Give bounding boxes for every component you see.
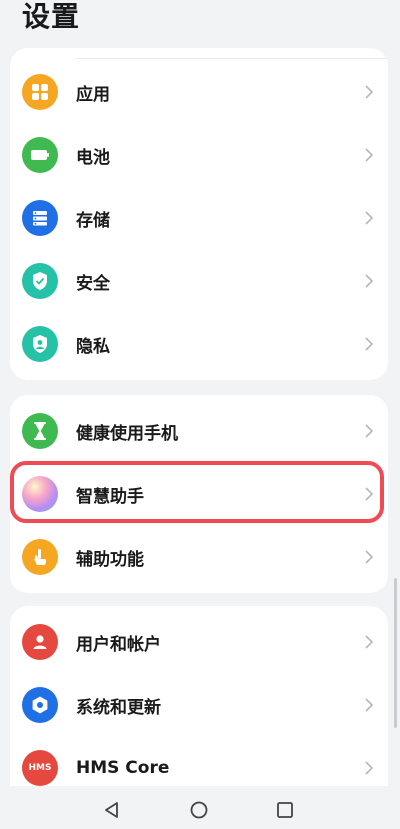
scrollbar[interactable] [394,578,397,728]
chevron-right-icon [365,487,374,501]
hms-icon: HMS [22,750,58,786]
divider [76,58,388,59]
chevron-right-icon [365,211,374,225]
settings-item-system-update[interactable]: 系统和更新 [10,674,388,736]
shield-icon [22,263,58,299]
settings-group-2: 健康使用手机 智慧助手 辅助功能 [10,395,388,593]
settings-item-digital-balance[interactable]: 健康使用手机 [10,400,388,462]
settings-item-label: 健康使用手机 [76,423,178,444]
settings-item-apps[interactable]: 应用 [10,61,388,123]
recent-square-icon[interactable] [275,800,295,820]
settings-item-label: 安全 [76,273,110,294]
page-title: 设置 [22,0,81,33]
settings-item-accessibility[interactable]: 辅助功能 [10,526,388,588]
settings-item-security[interactable]: 安全 [10,250,388,312]
settings-item-battery[interactable]: 电池 [10,124,388,186]
storage-icon [22,200,58,236]
settings-group-3: 用户和帐户 系统和更新 HMS HMS Core [10,606,388,806]
settings-group-1: 应用 电池 存储 安全 隐私 [10,48,388,380]
chevron-right-icon [365,337,374,351]
settings-item-privacy[interactable]: 隐私 [10,313,388,375]
settings-item-label: 存储 [76,210,110,231]
user-icon [22,624,58,660]
settings-item-smart-assistant[interactable]: 智慧助手 [10,463,388,525]
chevron-right-icon [365,698,374,712]
settings-item-label: 用户和帐户 [76,634,161,655]
settings-item-label: 智慧助手 [76,486,144,507]
chevron-right-icon [365,274,374,288]
battery-icon [22,137,58,173]
settings-icon [22,687,58,723]
privacy-icon [22,326,58,362]
settings-item-label: 辅助功能 [76,549,144,570]
assistant-icon [22,476,58,512]
hand-icon [22,539,58,575]
hourglass-icon [22,413,58,449]
settings-item-users-accounts[interactable]: 用户和帐户 [10,611,388,673]
settings-item-label: 系统和更新 [76,697,161,718]
apps-icon [22,74,58,110]
chevron-right-icon [365,761,374,775]
settings-item-storage[interactable]: 存储 [10,187,388,249]
chevron-right-icon [365,550,374,564]
hms-icon-text: HMS [28,763,52,773]
chevron-right-icon [365,148,374,162]
settings-item-label: HMS Core [76,758,170,778]
chevron-right-icon [365,424,374,438]
settings-item-label: 隐私 [76,336,110,357]
back-triangle-icon[interactable] [102,800,122,820]
settings-item-label: 电池 [76,147,110,168]
chevron-right-icon [365,85,374,99]
settings-item-label: 应用 [76,84,110,105]
home-circle-icon[interactable] [189,800,209,820]
chevron-right-icon [365,635,374,649]
navigation-bar [0,786,400,829]
